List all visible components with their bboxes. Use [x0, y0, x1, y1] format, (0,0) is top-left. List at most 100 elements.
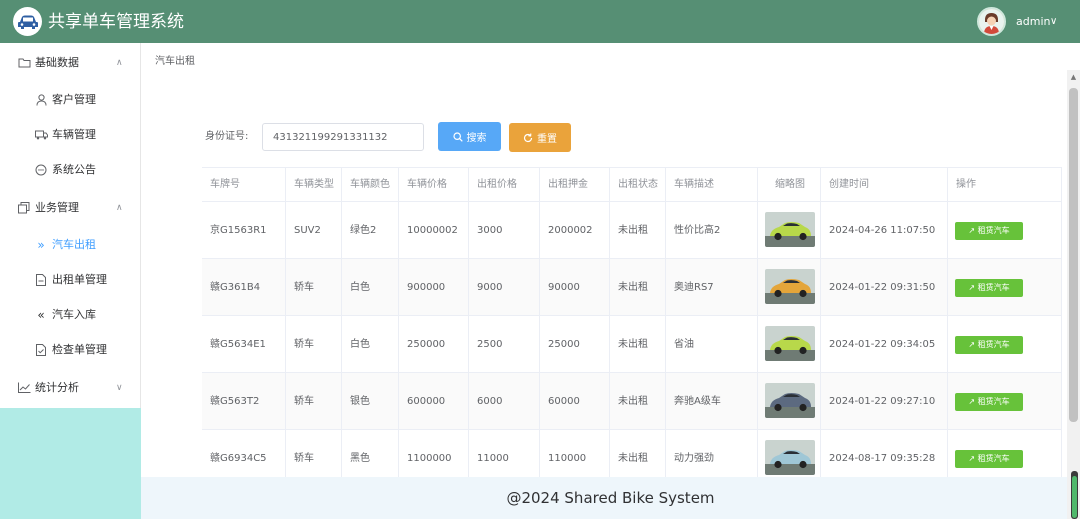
cell-plate: 赣G563T2 — [202, 373, 286, 430]
sidebar-item-car-rental[interactable]: » 汽车出租 — [0, 227, 140, 262]
cell-thumbnail — [758, 430, 821, 479]
cell-created: 2024-01-22 09:34:05 — [821, 316, 948, 373]
search-button[interactable]: 搜索 — [438, 122, 501, 151]
cell-price: 900000 — [399, 259, 469, 316]
arrow-up-right-icon: ↗ — [968, 454, 978, 463]
column-header-thumbnail: 缩略图 — [758, 168, 821, 202]
search-button-label: 搜索 — [466, 133, 487, 144]
rent-car-button-label: 租赁汽车 — [977, 226, 1010, 235]
cell-desc: 奥迪RS7 — [666, 259, 758, 316]
column-header-created: 创建时间 — [821, 168, 948, 202]
sidebar-item-rental-orders[interactable]: 出租单管理 — [0, 262, 140, 297]
cell-desc: 动力强劲 — [666, 430, 758, 479]
refresh-icon — [523, 133, 533, 142]
table-row[interactable]: 京G1563R1 SUV2 绿色2 10000002 3000 2000002 未出租 性价比… — [202, 202, 1062, 259]
column-header-plate: 车牌号 — [202, 168, 286, 202]
cell-plate: 赣G5634E1 — [202, 316, 286, 373]
sidebar-item-announcement[interactable]: 系统公告 — [0, 152, 140, 187]
car-thumbnail-image[interactable] — [765, 440, 815, 475]
cell-rent: 11000 — [469, 430, 540, 479]
column-header-type: 车辆类型 — [286, 168, 342, 202]
cell-type: SUV2 — [286, 202, 342, 259]
avatar[interactable] — [977, 7, 1006, 36]
cell-color: 黑色 — [342, 430, 399, 479]
rent-car-button[interactable]: ↗ 租赁汽车 — [955, 279, 1023, 297]
rent-car-button[interactable]: ↗ 租赁汽车 — [955, 222, 1023, 240]
sidebar-item-label: 检查单管理 — [52, 342, 107, 356]
sidebar-item-label: 系统公告 — [52, 162, 96, 176]
reset-button[interactable]: 重置 — [509, 123, 571, 152]
cell-status: 未出租 — [610, 259, 666, 316]
arrow-up-right-icon: ↗ — [968, 397, 978, 406]
document-icon — [34, 273, 48, 287]
cell-plate: 京G1563R1 — [202, 202, 286, 259]
chevron-up-icon: ∧ — [116, 57, 123, 68]
sidebar-group-statistics[interactable]: 统计分析 ∨ — [0, 370, 140, 405]
arrow-up-right-icon: ↗ — [968, 340, 978, 349]
sidebar-group-label: 基础数据 — [35, 55, 79, 69]
truck-icon — [34, 128, 48, 142]
cell-plate: 赣G361B4 — [202, 259, 286, 316]
cell-desc: 省油 — [666, 316, 758, 373]
footer: @2024 Shared Bike System — [141, 477, 1080, 519]
cell-created: 2024-04-26 11:07:50 — [821, 202, 948, 259]
scroll-up-arrow-icon[interactable]: ▲ — [1069, 72, 1078, 82]
reset-button-label: 重置 — [537, 134, 557, 145]
car-thumbnail-image[interactable] — [765, 212, 815, 247]
cell-plate: 赣G6934C5 — [202, 430, 286, 479]
sidebar-item-customer[interactable]: 客户管理 — [0, 82, 140, 117]
rent-car-button[interactable]: ↗ 租赁汽车 — [955, 450, 1023, 468]
top-header: 共享单车管理系统 admin ∨ — [0, 0, 1080, 43]
table-row[interactable]: 赣G5634E1 轿车 白色 250000 2500 25000 未出租 省油 2024-01-… — [202, 316, 1062, 373]
cell-type: 轿车 — [286, 259, 342, 316]
car-thumbnail-image[interactable] — [765, 383, 815, 418]
chart-icon — [17, 381, 31, 395]
cell-price: 600000 — [399, 373, 469, 430]
sidebar-item-label: 出租单管理 — [52, 272, 107, 286]
sidebar-footer-panel — [0, 408, 141, 519]
table-row[interactable]: 赣G361B4 轿车 白色 900000 9000 90000 未出租 奥迪RS7 2024-0… — [202, 259, 1062, 316]
cell-deposit: 25000 — [540, 316, 610, 373]
breadcrumb: 汽车出租 — [155, 56, 195, 67]
cell-status: 未出租 — [610, 430, 666, 479]
cell-actions: ↗ 租赁汽车 — [948, 202, 1062, 259]
cell-price: 1100000 — [399, 430, 469, 479]
rent-car-button-label: 租赁汽车 — [977, 397, 1010, 406]
folder-icon — [17, 56, 31, 70]
sidebar-group-business[interactable]: 业务管理 ∧ — [0, 190, 140, 225]
cell-status: 未出租 — [610, 202, 666, 259]
id-number-input[interactable] — [262, 123, 424, 151]
car-thumbnail-image[interactable] — [765, 326, 815, 361]
sidebar-item-vehicle[interactable]: 车辆管理 — [0, 117, 140, 152]
rent-car-button[interactable]: ↗ 租赁汽车 — [955, 393, 1023, 411]
scrollbar-thumb[interactable] — [1069, 88, 1078, 422]
cell-desc: 奔驰A级车 — [666, 373, 758, 430]
sidebar-group-basic-data[interactable]: 基础数据 ∧ — [0, 45, 140, 80]
cell-color: 白色 — [342, 259, 399, 316]
rent-car-button-label: 租赁汽车 — [977, 340, 1010, 349]
cell-actions: ↗ 租赁汽车 — [948, 316, 1062, 373]
user-name[interactable]: admin — [1016, 15, 1050, 29]
column-header-description: 车辆描述 — [666, 168, 758, 202]
cell-deposit: 60000 — [540, 373, 610, 430]
table-row[interactable]: 赣G6934C5 轿车 黑色 1100000 11000 110000 未出租 动力强劲 202… — [202, 430, 1062, 479]
rent-car-button[interactable]: ↗ 租赁汽车 — [955, 336, 1023, 354]
cell-price: 250000 — [399, 316, 469, 373]
column-header-actions: 操作 — [948, 168, 1062, 202]
table-row[interactable]: 赣G563T2 轿车 银色 600000 6000 60000 未出租 奔驰A级车 2024-0… — [202, 373, 1062, 430]
user-dropdown-chevron-icon[interactable]: ∨ — [1050, 15, 1057, 29]
cell-deposit: 2000002 — [540, 202, 610, 259]
sidebar-item-label: 客户管理 — [52, 92, 96, 106]
cell-price: 10000002 — [399, 202, 469, 259]
cell-rent: 3000 — [469, 202, 540, 259]
sidebar-item-car-return[interactable]: « 汽车入库 — [0, 297, 140, 332]
sidebar-item-label: 汽车入库 — [52, 307, 96, 321]
sidebar-item-inspection-orders[interactable]: 检查单管理 — [0, 332, 140, 367]
chevron-up-icon: ∧ — [116, 202, 123, 213]
cell-rent: 6000 — [469, 373, 540, 430]
car-thumbnail-image[interactable] — [765, 269, 815, 304]
rent-car-button-label: 租赁汽车 — [977, 454, 1010, 463]
sidebar-item-label: 汽车出租 — [52, 237, 96, 251]
cell-rent: 2500 — [469, 316, 540, 373]
checked-document-icon — [34, 343, 48, 357]
